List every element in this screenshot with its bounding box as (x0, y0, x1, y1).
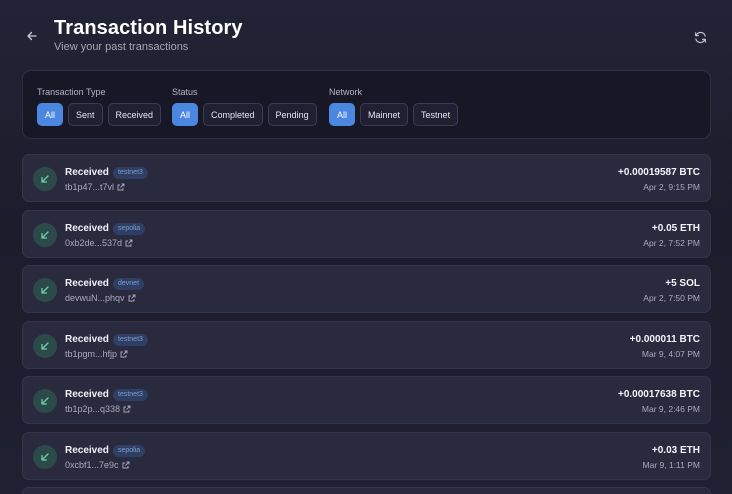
transaction-time: Apr 2, 7:50 PM (643, 293, 700, 303)
transaction-amount: +0.00017638 BTC (617, 389, 700, 400)
transaction-time: Mar 9, 1:11 PM (642, 460, 700, 470)
transaction-hash: devwuN...phqv (65, 293, 125, 303)
transaction-type-filter: Transaction Type All Sent Received (37, 85, 162, 126)
transaction-hash-group: devwuN...phqv (65, 293, 136, 303)
transaction-time: Mar 9, 4:07 PM (641, 349, 700, 359)
transaction-time: Mar 9, 2:46 PM (641, 404, 700, 414)
arrow-down-left-icon (33, 223, 57, 247)
transaction-row[interactable]: Received devnet devwuN...phqv +5 SOL Apr… (22, 265, 711, 313)
back-button[interactable] (22, 26, 42, 46)
transaction-time: Apr 2, 9:15 PM (643, 182, 700, 192)
status-filter-pending[interactable]: Pending (267, 103, 317, 126)
transaction-hash: tb1pgm...hfjp (65, 349, 118, 359)
network-filter-mainnet[interactable]: Mainnet (360, 103, 409, 126)
transaction-amount: +0.05 ETH (651, 223, 700, 234)
page-header: Transaction History View your past trans… (0, 0, 732, 64)
arrow-down-left-icon (33, 167, 57, 191)
transaction-row[interactable]: Received testnet3 tb1pgm...hfjp +0.00001… (22, 321, 711, 369)
transaction-type: Received (65, 445, 109, 456)
transaction-amount: +5 SOL (665, 278, 700, 289)
transaction-type: Received (65, 278, 109, 289)
transaction-hash: tb1p2p...q338 (65, 404, 121, 414)
transaction-type: Received (65, 334, 109, 345)
transaction-row[interactable]: Received testnet3 tb1p47...t7vl +0.00019… (22, 154, 711, 202)
page-subtitle: View your past transactions (54, 41, 189, 53)
transaction-hash-group: tb1pgm...hfjp (65, 349, 128, 359)
arrow-down-left-icon (33, 278, 57, 302)
external-link-icon[interactable] (120, 350, 128, 358)
status-filter-all[interactable]: All (172, 103, 199, 126)
transaction-row[interactable]: Received sepolia 0xcbf1...7e9c +0.03 ETH… (22, 432, 711, 480)
network-badge: sepolia (113, 445, 146, 457)
external-link-icon[interactable] (117, 183, 125, 191)
external-link-icon[interactable] (128, 294, 136, 302)
network-label: Network (329, 87, 363, 97)
transaction-amount: +0.03 ETH (651, 445, 700, 456)
status-filter: Status All Completed Pending (172, 85, 317, 126)
transaction-type: Received (65, 389, 109, 400)
transaction-row[interactable] (22, 487, 711, 494)
transaction-type-label: Transaction Type (37, 87, 106, 97)
transaction-hash: tb1p47...t7vl (65, 182, 115, 192)
transaction-amount: +0.00019587 BTC (617, 167, 700, 178)
network-badge: sepolia (113, 223, 146, 235)
arrow-down-left-icon (33, 389, 57, 413)
transaction-row[interactable]: Received sepolia 0xb2de...537d +0.05 ETH… (22, 210, 711, 258)
refresh-button[interactable] (690, 27, 710, 47)
transaction-time: Apr 2, 7:52 PM (643, 238, 700, 248)
transaction-type: Received (65, 167, 109, 178)
refresh-icon (694, 31, 706, 43)
transaction-hash-group: tb1p2p...q338 (65, 404, 131, 414)
network-badge: testnet3 (113, 167, 148, 179)
type-filter-all[interactable]: All (37, 103, 64, 126)
external-link-icon[interactable] (122, 461, 130, 469)
transaction-amount: +0.000011 BTC (629, 334, 700, 345)
arrow-down-left-icon (33, 445, 57, 469)
page-title: Transaction History (54, 17, 243, 39)
type-filter-received[interactable]: Received (107, 103, 162, 126)
status-filter-completed[interactable]: Completed (203, 103, 263, 126)
network-badge: testnet3 (113, 334, 148, 346)
transaction-hash-group: 0xb2de...537d (65, 238, 133, 248)
arrow-down-left-icon (33, 334, 57, 358)
network-filter: Network All Mainnet Testnet (329, 85, 459, 126)
transaction-row[interactable]: Received testnet3 tb1p2p...q338 +0.00017… (22, 376, 711, 424)
network-filter-testnet[interactable]: Testnet (413, 103, 459, 126)
transaction-hash: 0xb2de...537d (65, 238, 123, 248)
type-filter-sent[interactable]: Sent (68, 103, 103, 126)
network-badge: testnet3 (113, 389, 148, 401)
arrow-left-icon (27, 31, 37, 41)
filter-panel: Transaction Type All Sent Received Statu… (22, 70, 711, 139)
transaction-hash: 0xcbf1...7e9c (65, 460, 119, 470)
external-link-icon[interactable] (125, 239, 133, 247)
network-filter-all[interactable]: All (329, 103, 356, 126)
transaction-hash-group: 0xcbf1...7e9c (65, 460, 130, 470)
external-link-icon[interactable] (123, 405, 131, 413)
transaction-hash-group: tb1p47...t7vl (65, 182, 125, 192)
network-badge: devnet (113, 278, 145, 290)
status-label: Status (172, 87, 198, 97)
transaction-type: Received (65, 223, 109, 234)
